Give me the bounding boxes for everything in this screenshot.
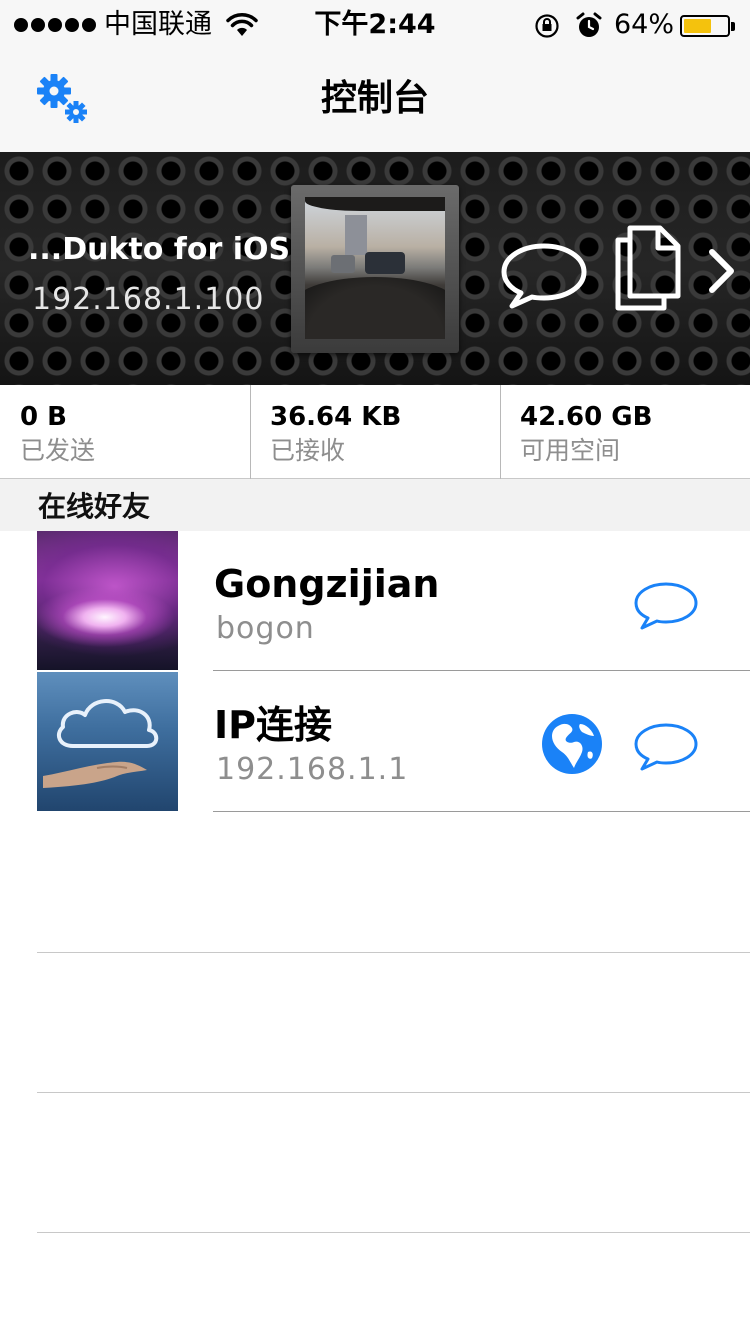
- device-banner: ...Dukto for iOS 192.168.1.100: [0, 152, 750, 385]
- stat-value: 42.60 GB: [520, 402, 653, 432]
- chat-bubble-icon[interactable]: [498, 240, 590, 312]
- page-title: 控制台: [320, 78, 429, 119]
- navigation-bar: 控制台: [0, 50, 750, 152]
- stat-free-space: 42.60 GB 可用空间: [500, 385, 750, 479]
- cloud-hand-image: [43, 699, 159, 788]
- globe-icon[interactable]: [540, 712, 604, 776]
- device-avatar-image: [305, 197, 445, 339]
- stat-label: 已发送: [20, 436, 96, 465]
- section-title: 在线好友: [38, 490, 151, 523]
- section-header: 在线好友: [0, 479, 750, 531]
- friend-name: IP连接: [214, 703, 332, 747]
- battery-level-fill: [684, 19, 711, 33]
- chat-bubble-icon[interactable]: [632, 722, 700, 772]
- stat-label: 已接收: [270, 436, 346, 465]
- battery-percent: 64%: [614, 9, 675, 40]
- friend-host: 192.168.1.1: [216, 752, 409, 787]
- battery-icon: [680, 15, 735, 37]
- chevron-right-icon[interactable]: [706, 248, 736, 294]
- device-avatar[interactable]: [291, 185, 459, 353]
- friend-name: Gongzijian: [214, 562, 440, 606]
- status-bar: 中国联通 下午2:44 64%: [0, 0, 750, 50]
- stat-received: 36.64 KB 已接收: [250, 385, 500, 479]
- separator: [213, 811, 750, 812]
- device-ip: 192.168.1.100: [32, 282, 265, 317]
- device-name: ...Dukto for iOS: [28, 232, 291, 267]
- friend-avatar-cloud: [37, 672, 178, 811]
- separator: [37, 952, 750, 953]
- chat-bubble-icon[interactable]: [632, 581, 700, 631]
- alarm-icon: [576, 12, 602, 37]
- stat-sent: 0 B 已发送: [0, 385, 250, 479]
- friend-avatar-galaxy: [37, 531, 178, 670]
- orientation-lock-icon: [535, 14, 559, 38]
- list-item[interactable]: Gongzijian bogon: [0, 531, 750, 672]
- separator: [37, 1232, 750, 1233]
- stat-value: 0 B: [20, 402, 67, 432]
- separator: [37, 1092, 750, 1093]
- transfer-stats: 0 B 已发送 36.64 KB 已接收 42.60 GB 可用空间: [0, 385, 750, 479]
- stat-value: 36.64 KB: [270, 402, 402, 432]
- friend-host: bogon: [216, 611, 315, 646]
- list-item[interactable]: IP连接 192.168.1.1: [0, 672, 750, 813]
- stat-label: 可用空间: [520, 436, 621, 465]
- separator: [213, 670, 750, 671]
- files-icon[interactable]: [612, 222, 684, 312]
